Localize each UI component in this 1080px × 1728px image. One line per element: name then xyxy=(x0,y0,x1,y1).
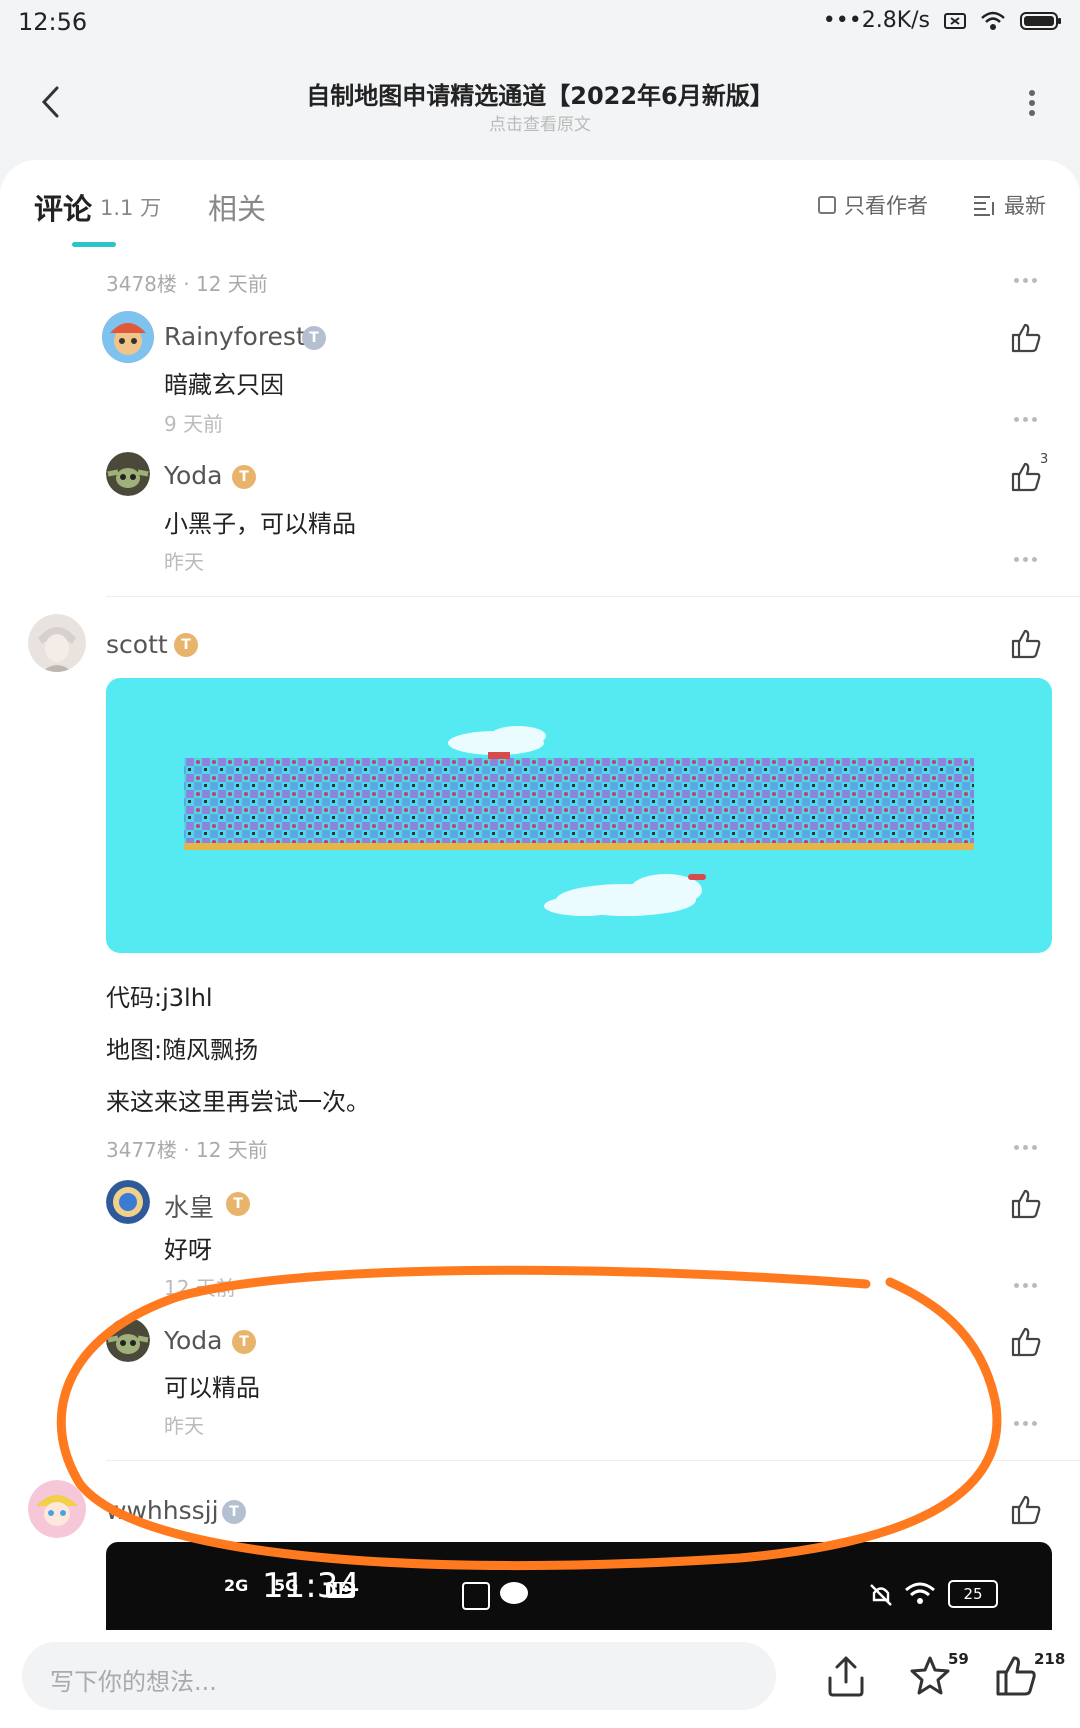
more-dots-icon[interactable] xyxy=(1014,1418,1044,1428)
like-post-button[interactable] xyxy=(994,1654,1038,1702)
like-button[interactable] xyxy=(1010,461,1042,493)
user-level-badge: T xyxy=(174,633,198,657)
divider xyxy=(106,1460,1080,1461)
reply-username[interactable]: Yoda xyxy=(164,1326,222,1355)
thumbs-up-icon xyxy=(996,1656,1036,1696)
avatar[interactable] xyxy=(106,1318,150,1362)
reply-text: 可以精品 xyxy=(164,1374,260,1402)
like-count: 3 xyxy=(1040,452,1049,467)
thumbs-up-icon xyxy=(1011,323,1041,353)
avatar[interactable] xyxy=(102,311,154,363)
like-button[interactable] xyxy=(1010,322,1042,354)
status-time: 12:56 xyxy=(18,8,88,36)
reply-text: 小黑子，可以精品 xyxy=(164,510,356,538)
more-dots-icon[interactable] xyxy=(1014,275,1044,285)
view-original-link[interactable]: 点击查看原文 xyxy=(0,110,1080,135)
like-button[interactable] xyxy=(1010,628,1042,660)
reply-time: 昨天 xyxy=(164,550,204,574)
user-level-badge: T xyxy=(232,465,256,489)
favorite-count: 59 xyxy=(948,1650,969,1668)
active-tab-indicator xyxy=(72,242,116,247)
post-line-map: 地图:随风飘扬 xyxy=(106,1036,259,1064)
like-button[interactable] xyxy=(1010,1326,1042,1358)
sim-icon xyxy=(944,12,966,30)
more-dots-icon[interactable] xyxy=(1014,414,1044,424)
star-icon xyxy=(910,1656,950,1695)
avatar[interactable] xyxy=(106,1180,150,1224)
floor-meta: 3477楼 · 12 天前 xyxy=(106,1138,268,1162)
mute-icon xyxy=(868,1582,894,1612)
reply-username[interactable]: Yoda xyxy=(164,461,222,490)
floor-meta: 3478楼 · 12 天前 xyxy=(106,272,268,296)
reply-username[interactable]: Rainyforest xyxy=(164,322,306,351)
reply-time: 昨天 xyxy=(164,1414,204,1438)
network-speed: •••2.8K/s xyxy=(822,8,930,33)
favorite-button[interactable] xyxy=(908,1654,952,1702)
message-icon xyxy=(500,1582,528,1604)
more-options-button[interactable] xyxy=(1022,86,1042,122)
wifi-icon xyxy=(980,11,1006,31)
post-username[interactable]: wwhhssjj xyxy=(106,1496,219,1525)
map-preview-image[interactable] xyxy=(106,678,1052,953)
thumbs-up-icon xyxy=(1011,1495,1041,1525)
reply-username[interactable]: 水皇 xyxy=(164,1188,214,1224)
thumbs-up-icon xyxy=(1011,462,1041,492)
more-dots-icon[interactable] xyxy=(1014,554,1044,564)
app-icon xyxy=(462,1582,490,1610)
reply-text: 好呀 xyxy=(164,1236,212,1264)
sort-latest-button[interactable]: 最新 xyxy=(972,190,1046,220)
like-button[interactable] xyxy=(1010,1188,1042,1220)
divider xyxy=(106,596,1080,597)
more-dots-icon[interactable] xyxy=(1014,1280,1044,1290)
comment-input-placeholder: 写下你的想法... xyxy=(50,1668,217,1696)
user-level-badge: T xyxy=(232,1330,256,1354)
share-icon xyxy=(828,1656,864,1697)
wifi-icon xyxy=(904,1582,936,1610)
battery-icon xyxy=(1020,11,1062,31)
thumbs-up-icon xyxy=(1011,1327,1041,1357)
page-title: 自制地图申请精选通道【2022年6月新版】 xyxy=(306,82,774,110)
tab-related[interactable]: 相关 xyxy=(208,186,266,228)
only-author-toggle[interactable]: 只看作者 xyxy=(818,190,928,220)
reply-time: 12 天前 xyxy=(164,1276,236,1300)
embedded-time: 11:34 xyxy=(262,1566,360,1606)
post-line-message: 来这来这里再尝试一次。 xyxy=(106,1088,370,1116)
network-2g-label: 2G xyxy=(224,1576,249,1595)
thumbs-up-icon xyxy=(1011,629,1041,659)
more-dots-icon[interactable] xyxy=(1014,1142,1044,1152)
map-image-illustration xyxy=(184,726,974,916)
comments-count: 1.1 万 xyxy=(100,196,162,220)
avatar[interactable] xyxy=(106,452,150,496)
avatar[interactable] xyxy=(28,614,86,672)
post-username[interactable]: scott xyxy=(106,630,168,659)
post-line-code: 代码:j3lhl xyxy=(106,984,213,1012)
reply-text: 暗藏玄只因 xyxy=(164,371,284,399)
avatar[interactable] xyxy=(28,1480,86,1538)
tab-comments[interactable]: 评论 xyxy=(34,186,92,228)
sort-icon xyxy=(974,196,994,216)
user-level-badge: T xyxy=(226,1192,250,1216)
reply-time: 9 天前 xyxy=(164,412,224,436)
status-bar-right: •••2.8K/s xyxy=(823,8,1062,33)
like-count: 218 xyxy=(1034,1650,1066,1668)
battery-level: 25 xyxy=(948,1580,998,1608)
checkbox-icon xyxy=(818,196,836,214)
user-level-badge: T xyxy=(222,1500,246,1524)
share-button[interactable] xyxy=(826,1654,866,1702)
like-button[interactable] xyxy=(1010,1494,1042,1526)
user-level-badge: T xyxy=(302,326,326,350)
thumbs-up-icon xyxy=(1011,1189,1041,1219)
